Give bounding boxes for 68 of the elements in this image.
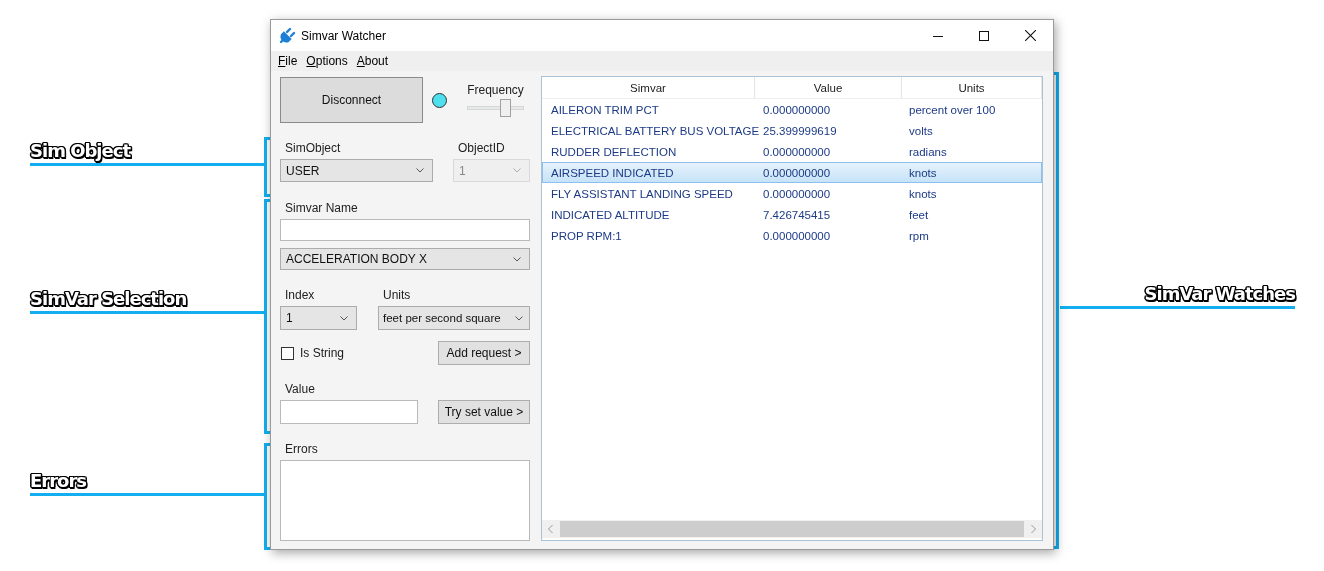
annotation-label: SimVar Selection bbox=[30, 288, 189, 310]
watch-row[interactable]: PROP RPM:1 0.000000000 rpm bbox=[542, 225, 1042, 246]
column-header[interactable]: Value bbox=[755, 77, 902, 98]
table-cell-text: AIRSPEED INDICATED bbox=[550, 166, 675, 179]
table-cell-text: radians bbox=[908, 145, 948, 158]
table-cell-text: volts bbox=[908, 124, 934, 137]
table-cell-text: RUDDER DEFLECTION bbox=[550, 145, 678, 158]
slider-thumb[interactable] bbox=[499, 99, 511, 117]
simvar-name-field[interactable] bbox=[280, 219, 530, 241]
checkbox-label: Is String bbox=[300, 346, 344, 360]
column-header[interactable]: Units bbox=[902, 77, 1042, 98]
table-cell-text: 7.426745415 bbox=[762, 208, 832, 221]
simvar-dropdown[interactable]: ACCELERATION BODY X bbox=[280, 248, 530, 270]
table-cell-text: knots bbox=[908, 187, 938, 200]
watch-row[interactable]: ELECTRICAL BATTERY BUS VOLTAGE 25.399999619 volts bbox=[542, 120, 1042, 141]
annotation-label: Sim Object bbox=[30, 140, 133, 162]
column-header[interactable]: Simvar bbox=[542, 77, 755, 98]
window-title: Simvar Watcher bbox=[301, 28, 386, 43]
field-label: Units bbox=[382, 288, 411, 302]
table-cell-text: percent over 100 bbox=[908, 103, 997, 116]
table-cell-text: knots bbox=[908, 166, 938, 179]
watch-row[interactable]: FLY ASSISTANT LANDING SPEED 0.000000000 knots bbox=[542, 183, 1042, 204]
annotation-label: SimVar Watches bbox=[1144, 283, 1295, 305]
field-label: Value bbox=[284, 382, 315, 396]
table-cell-text: rpm bbox=[908, 229, 930, 242]
scroll-thumb[interactable] bbox=[560, 521, 1024, 537]
field-label: Errors bbox=[284, 442, 318, 456]
table-cell-text: 0.000000000 bbox=[762, 166, 832, 179]
table-cell-text: AILERON TRIM PCT bbox=[550, 103, 660, 116]
close-icon bbox=[1024, 30, 1036, 41]
plug-icon bbox=[279, 27, 296, 44]
table-cell-text: INDICATED ALTITUDE bbox=[550, 208, 671, 221]
horizontal-scrollbar[interactable] bbox=[542, 520, 1042, 538]
menu-item[interactable]: About bbox=[355, 54, 394, 68]
value-field[interactable] bbox=[280, 400, 418, 424]
chevron-down-icon bbox=[416, 168, 424, 173]
checkbox[interactable] bbox=[281, 346, 294, 360]
frequency-label: Frequency bbox=[467, 83, 524, 97]
menu-item[interactable]: File bbox=[277, 54, 303, 68]
field-label: ObjectID bbox=[457, 141, 505, 155]
disconnect-button[interactable]: Disconnect bbox=[280, 77, 423, 123]
index-dropdown[interactable]: 1 bbox=[280, 306, 357, 330]
maximize-icon bbox=[979, 30, 989, 41]
table-cell-text: 0.000000000 bbox=[762, 187, 832, 200]
chevron-down-icon bbox=[515, 315, 523, 321]
field-label: SimObject bbox=[284, 141, 341, 155]
units-dropdown[interactable]: feet per second square bbox=[378, 306, 530, 330]
chevron-down-icon bbox=[513, 256, 521, 262]
watch-row[interactable]: INDICATED ALTITUDE 7.426745415 feet bbox=[542, 204, 1042, 225]
table-cell-text: 0.000000000 bbox=[762, 145, 832, 158]
field-label: Simvar Name bbox=[284, 201, 358, 215]
table-cell-text: 0.000000000 bbox=[762, 103, 832, 116]
table-cell-text: feet bbox=[908, 208, 930, 221]
watch-row[interactable]: AILERON TRIM PCT 0.000000000 percent over 100 bbox=[542, 99, 1042, 120]
chevron-down-icon bbox=[340, 315, 348, 321]
annotation-label: Errors bbox=[30, 470, 89, 492]
table-cell-text: 0.000000000 bbox=[762, 229, 832, 242]
table-cell-text: PROP RPM:1 bbox=[550, 229, 623, 242]
set-value-button[interactable]: Try set value > bbox=[438, 400, 530, 424]
frequency-slider[interactable] bbox=[467, 99, 524, 117]
chevron-down-icon bbox=[513, 168, 521, 173]
field-label: Index bbox=[284, 288, 315, 302]
watch-row[interactable]: AIRSPEED INDICATED 0.000000000 knots bbox=[542, 162, 1042, 183]
add-request-button[interactable]: Add request > bbox=[438, 341, 530, 365]
sim-object-dropdown[interactable]: USER bbox=[280, 159, 433, 182]
menu-item[interactable]: Options bbox=[305, 54, 353, 68]
watch-row[interactable]: RUDDER DEFLECTION 0.000000000 radians bbox=[542, 141, 1042, 162]
table-cell-text: FLY ASSISTANT LANDING SPEED bbox=[550, 187, 734, 200]
